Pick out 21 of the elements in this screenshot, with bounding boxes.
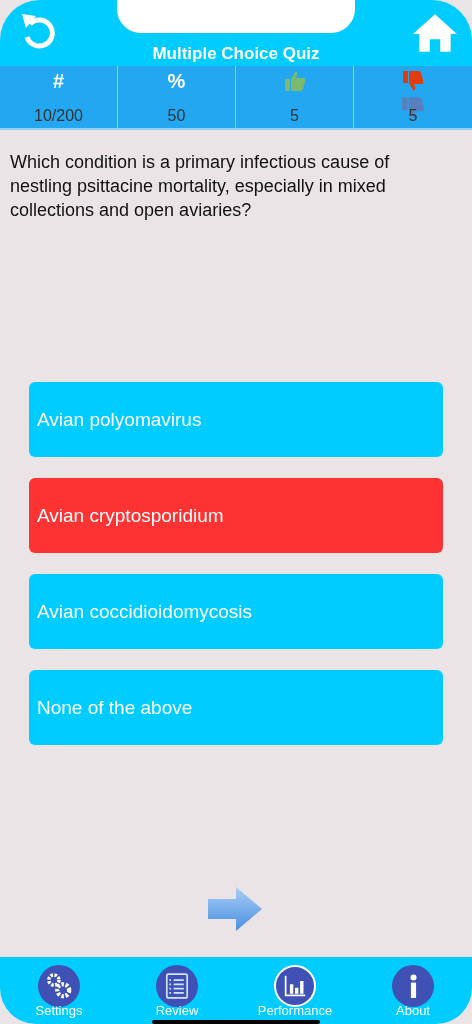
question-text: Which condition is a primary infectious cause of nestling psittacine mortality, especially in mixed collections and open aviaries? xyxy=(10,151,391,222)
thumbs-down-icon xyxy=(400,95,426,121)
stat-heading: % xyxy=(167,70,186,93)
tab-item[interactable]: Settings xyxy=(0,957,118,1024)
tab-item[interactable]: Performance xyxy=(236,957,354,1024)
thumbs-up-icon xyxy=(282,70,307,92)
stat-heading: # xyxy=(52,70,65,93)
home-icon[interactable] xyxy=(412,12,458,54)
tab-item[interactable]: About xyxy=(354,957,472,1024)
answer-button[interactable]: Avian cryptosporidium xyxy=(29,478,443,553)
answer-button[interactable]: Avian polyomavirus xyxy=(29,382,443,457)
stat-value: 10/200 xyxy=(34,107,83,125)
info-icon xyxy=(409,974,417,998)
thumbs-down-icon xyxy=(401,70,425,92)
stat-value: 50 xyxy=(167,107,186,125)
answer-button[interactable]: None of the above xyxy=(29,670,443,745)
stat-value: 5 xyxy=(408,107,418,125)
answer-button[interactable]: Avian coccidioidomycosis xyxy=(29,574,443,649)
tab-item[interactable]: Review xyxy=(118,957,236,1024)
screen-title: Multiple Choice Quiz xyxy=(151,44,321,64)
stat-value: 5 xyxy=(290,107,299,125)
